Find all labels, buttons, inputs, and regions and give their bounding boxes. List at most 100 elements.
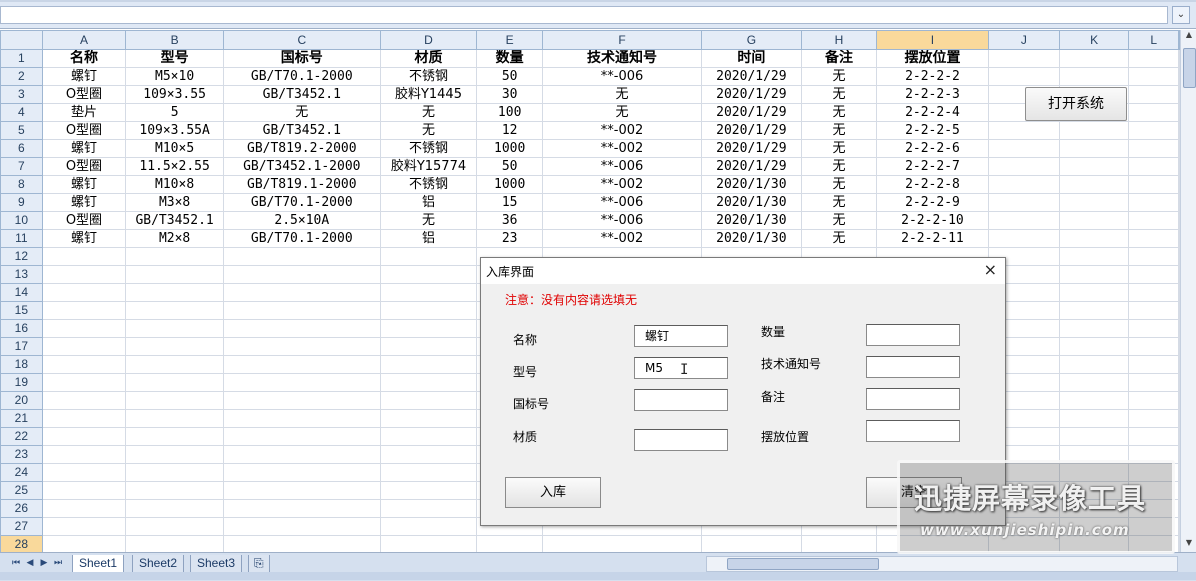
- cell[interactable]: [1059, 409, 1130, 428]
- cell[interactable]: **-002: [541, 121, 703, 140]
- cell[interactable]: [1128, 175, 1179, 194]
- row-header[interactable]: 9: [0, 193, 43, 212]
- cell[interactable]: GB/T819.2-2000: [223, 139, 381, 158]
- cell[interactable]: [125, 301, 224, 320]
- cell[interactable]: 15: [476, 193, 543, 212]
- column-title-cell[interactable]: 国标号: [223, 49, 381, 68]
- cell[interactable]: 2-2-2-4: [876, 103, 989, 122]
- cell[interactable]: **-002: [541, 139, 703, 158]
- cell[interactable]: GB/T3452.1: [125, 211, 224, 230]
- row-header[interactable]: 27: [0, 517, 43, 536]
- cell[interactable]: [1128, 85, 1179, 104]
- cell[interactable]: [41, 499, 127, 518]
- quantity-field[interactable]: [866, 324, 960, 346]
- cell[interactable]: [41, 319, 127, 338]
- location-field[interactable]: [866, 420, 960, 442]
- cell[interactable]: [125, 445, 224, 464]
- cell[interactable]: [379, 391, 478, 410]
- cell[interactable]: 螺钉: [41, 229, 127, 248]
- cell[interactable]: [379, 499, 478, 518]
- cell[interactable]: 2-2-2-10: [876, 211, 989, 230]
- cell[interactable]: 2-2-2-11: [876, 229, 989, 248]
- cell[interactable]: 2020/1/29: [701, 67, 802, 86]
- cell[interactable]: [1059, 391, 1130, 410]
- cell[interactable]: 2020/1/30: [701, 211, 802, 230]
- column-title-cell[interactable]: 型号: [125, 49, 224, 68]
- cell[interactable]: [987, 193, 1061, 212]
- cell[interactable]: [1128, 229, 1179, 248]
- formula-expand-icon[interactable]: ⌄: [1172, 6, 1190, 24]
- cell[interactable]: [1128, 427, 1179, 446]
- cell[interactable]: [125, 517, 224, 536]
- cell[interactable]: [41, 445, 127, 464]
- column-header-c[interactable]: C: [223, 30, 381, 50]
- cell[interactable]: O型圈: [41, 211, 127, 230]
- cell[interactable]: [223, 391, 381, 410]
- cell[interactable]: 无: [800, 229, 878, 248]
- cell[interactable]: 1000: [476, 139, 543, 158]
- cell[interactable]: 2020/1/29: [701, 139, 802, 158]
- cell[interactable]: [379, 445, 478, 464]
- cell[interactable]: [379, 463, 478, 482]
- cell[interactable]: 2-2-2-9: [876, 193, 989, 212]
- cell[interactable]: [125, 463, 224, 482]
- last-sheet-icon[interactable]: ⏭: [52, 557, 64, 569]
- sheet-tab-1[interactable]: Sheet1: [72, 555, 125, 573]
- row-header[interactable]: 28: [0, 535, 43, 552]
- cell[interactable]: 2-2-2-8: [876, 175, 989, 194]
- cell[interactable]: [701, 535, 802, 552]
- cell[interactable]: 无: [800, 193, 878, 212]
- cell[interactable]: [1059, 247, 1130, 266]
- cell[interactable]: 无: [800, 67, 878, 86]
- cell[interactable]: [379, 265, 478, 284]
- column-header-d[interactable]: D: [379, 30, 478, 50]
- cell[interactable]: [41, 355, 127, 374]
- cell[interactable]: [223, 535, 381, 552]
- cell[interactable]: [125, 499, 224, 518]
- column-title-cell[interactable]: 材质: [379, 49, 478, 68]
- column-title-cell[interactable]: 技术通知号: [541, 49, 703, 68]
- cell[interactable]: [41, 283, 127, 302]
- material-field[interactable]: [634, 429, 728, 451]
- cell[interactable]: 垫片: [41, 103, 127, 122]
- cell[interactable]: 无: [541, 103, 703, 122]
- row-header[interactable]: 19: [0, 373, 43, 392]
- cell[interactable]: [1128, 211, 1179, 230]
- cell[interactable]: [1059, 139, 1130, 158]
- column-title-cell[interactable]: 数量: [476, 49, 543, 68]
- cell[interactable]: [1059, 157, 1130, 176]
- cell[interactable]: [125, 265, 224, 284]
- cell[interactable]: [1059, 301, 1130, 320]
- cell[interactable]: **-006: [541, 67, 703, 86]
- cell[interactable]: [1059, 49, 1130, 68]
- row-header[interactable]: 21: [0, 409, 43, 428]
- row-header[interactable]: 7: [0, 157, 43, 176]
- cell[interactable]: [41, 373, 127, 392]
- column-title-cell[interactable]: 备注: [800, 49, 878, 68]
- cell[interactable]: [1128, 391, 1179, 410]
- cell[interactable]: 无: [800, 85, 878, 104]
- formula-input[interactable]: [0, 6, 1168, 24]
- cell[interactable]: GB/T70.1-2000: [223, 229, 381, 248]
- column-header-b[interactable]: B: [125, 30, 224, 50]
- cell[interactable]: 2020/1/29: [701, 157, 802, 176]
- sheet-tab-2[interactable]: Sheet2: [132, 555, 185, 573]
- cell[interactable]: [41, 481, 127, 500]
- cell[interactable]: 30: [476, 85, 543, 104]
- row-header[interactable]: 6: [0, 139, 43, 158]
- column-header-k[interactable]: K: [1059, 30, 1130, 50]
- cell[interactable]: [125, 319, 224, 338]
- cell[interactable]: O型圈: [41, 85, 127, 104]
- cell[interactable]: [987, 67, 1061, 86]
- cell[interactable]: [1059, 319, 1130, 338]
- cell[interactable]: [987, 139, 1061, 158]
- cell[interactable]: 无: [800, 139, 878, 158]
- cell[interactable]: 12: [476, 121, 543, 140]
- cell[interactable]: 螺钉: [41, 139, 127, 158]
- cell[interactable]: [379, 301, 478, 320]
- cell[interactable]: 无: [379, 211, 478, 230]
- cell[interactable]: 无: [379, 121, 478, 140]
- cell[interactable]: 50: [476, 67, 543, 86]
- cell[interactable]: [125, 535, 224, 552]
- cell[interactable]: [1059, 265, 1130, 284]
